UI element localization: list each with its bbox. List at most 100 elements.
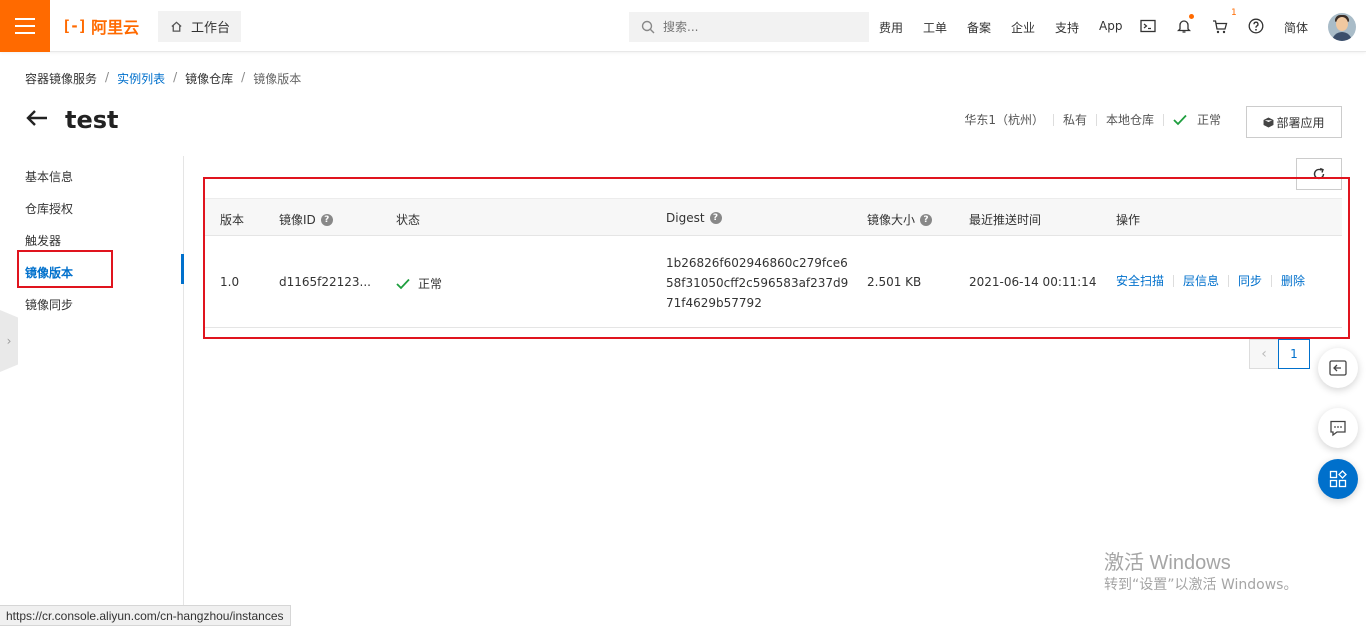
cell-digest: 1b26826f602946860c279fce6 58f31050cff2c5… (666, 253, 849, 313)
breadcrumb-item-service[interactable]: 容器镜像服务 (25, 70, 97, 87)
page-title: test (65, 106, 119, 134)
check-icon (396, 278, 410, 289)
refresh-button[interactable] (1296, 158, 1342, 190)
chat-icon (1330, 420, 1346, 436)
breadcrumb-item-current: 镜像版本 (253, 72, 302, 86)
refresh-icon (1313, 167, 1325, 180)
sidebar-item-triggers[interactable]: 触发器 (25, 232, 61, 249)
back-arrow-icon[interactable] (25, 108, 49, 132)
active-indicator (181, 254, 184, 284)
deploy-app-label: 部署应用 (1276, 115, 1325, 130)
aliyun-logo[interactable]: [-] 阿里云 (62, 14, 139, 38)
help-icon[interactable]: ? (320, 213, 333, 226)
collapse-panel-button[interactable] (1318, 348, 1358, 388)
repo-status-text: 正常 (1196, 113, 1221, 127)
column-header-pushed-time: 最近推送时间 (969, 213, 1042, 227)
top-navbar: [-] 阿里云 工作台 费用 工单 备案 企业 支持 App 1 简体 (0, 0, 1366, 52)
region-label: 华东1（杭州） (964, 113, 1044, 127)
avatar-face (1336, 17, 1348, 31)
cell-pushed-time: 2021-06-14 00:11:14 (969, 275, 1097, 289)
pagination: ‹ 1 (1249, 339, 1310, 369)
breadcrumb: 容器镜像服务 / 实例列表 / 镜像仓库 / 镜像版本 (25, 70, 301, 87)
column-header-digest: Digest ? (666, 211, 722, 225)
language-switch[interactable]: 简体 (1284, 19, 1308, 36)
chat-button[interactable] (1318, 408, 1358, 448)
search-icon (641, 20, 655, 34)
deploy-app-button[interactable]: 部署应用 (1246, 106, 1342, 138)
panel-toggle-icon (1329, 360, 1347, 376)
help-icon[interactable]: ? (709, 212, 722, 224)
search-input[interactable] (663, 20, 853, 34)
row-actions: 安全扫描 层信息 同步 删除 (1116, 275, 1314, 287)
aliyun-logo-mark-icon: [-] (62, 17, 87, 35)
cell-version: 1.0 (220, 275, 240, 289)
menu-line (15, 18, 35, 20)
help-icon[interactable]: ? (920, 213, 933, 226)
home-icon (171, 21, 182, 32)
windows-activation-hint: 转到“设置”以激活 Windows。 (1104, 577, 1298, 593)
digest-line: 58f31050cff2c596583af237d9 (666, 276, 849, 290)
global-search[interactable] (629, 12, 869, 42)
source-label: 本地仓库 (1095, 114, 1163, 126)
nav-app[interactable]: App (1099, 19, 1122, 33)
page-header: test (25, 106, 119, 134)
column-header-version: 版本 (220, 213, 245, 227)
repo-status: 正常 (1162, 113, 1230, 127)
sidebar-item-image-sync[interactable]: 镜像同步 (25, 296, 73, 313)
sidebar-item-basic-info[interactable]: 基本信息 (25, 168, 73, 185)
cell-status: 正常 (396, 275, 442, 292)
page-number-button[interactable]: 1 (1278, 339, 1310, 369)
nav-support[interactable]: 支持 (1055, 19, 1079, 36)
cart-icon[interactable] (1211, 17, 1229, 35)
cell-image-id: d1165f22123... (279, 275, 371, 289)
menu-line (15, 32, 35, 34)
workbench-label: 工作台 (191, 21, 231, 36)
column-header-actions: 操作 (1116, 213, 1141, 227)
notification-dot (1189, 14, 1194, 19)
windows-activation-title: 激活 Windows (1104, 552, 1231, 574)
layer-info-link[interactable]: 层信息 (1173, 275, 1228, 287)
digest-line: 1b26826f602946860c279fce6 (666, 256, 848, 270)
security-scan-link[interactable]: 安全扫描 (1116, 275, 1173, 287)
nav-fees[interactable]: 费用 (879, 19, 903, 36)
browser-status-url: https://cr.console.aliyun.com/cn-hangzho… (0, 605, 291, 626)
sidebar-item-authorization[interactable]: 仓库授权 (25, 200, 73, 217)
workbench-button[interactable]: 工作台 (158, 11, 241, 42)
chevron-right-icon: › (6, 334, 12, 348)
nav-icp[interactable]: 备案 (967, 19, 991, 36)
breadcrumb-separator: / (173, 70, 178, 84)
chevron-left-icon: ‹ (1261, 346, 1267, 362)
nav-tickets[interactable]: 工单 (923, 19, 947, 36)
delete-link[interactable]: 删除 (1271, 275, 1314, 287)
repo-meta: 华东1（杭州） 私有 本地仓库 正常 (955, 114, 1230, 126)
breadcrumb-item-repo[interactable]: 镜像仓库 (185, 70, 233, 87)
help-icon[interactable] (1247, 17, 1265, 35)
apps-grid-icon (1329, 470, 1347, 488)
sidebar-collapse-handle[interactable]: › (0, 310, 18, 372)
terminal-icon[interactable] (1139, 17, 1157, 35)
avatar-body (1332, 32, 1352, 41)
user-avatar[interactable] (1328, 13, 1356, 41)
check-icon (1173, 114, 1187, 126)
table-row: 1.0 d1165f22123... 正常 1b26826f602946860c… (205, 236, 1342, 328)
table-header: 版本 镜像ID ? 状态 Digest ? 镜像大小 ? 最近推送时间 操作 (205, 198, 1342, 236)
menu-line (15, 25, 35, 27)
column-header-image-id: 镜像ID ? (279, 211, 333, 228)
column-header-status: 状态 (396, 213, 421, 227)
sync-link[interactable]: 同步 (1228, 275, 1271, 287)
image-versions-table: 版本 镜像ID ? 状态 Digest ? 镜像大小 ? 最近推送时间 操作 1… (205, 198, 1342, 328)
breadcrumb-separator: / (105, 70, 110, 84)
sidebar-nav: 基本信息 仓库授权 触发器 镜像版本 镜像同步 (0, 156, 184, 606)
breadcrumb-separator: / (241, 70, 246, 84)
column-header-size: 镜像大小 ? (867, 211, 933, 228)
nav-enterprise[interactable]: 企业 (1011, 19, 1035, 36)
breadcrumb-item-instances[interactable]: 实例列表 (117, 70, 165, 87)
visibility-label: 私有 (1052, 114, 1096, 126)
hamburger-menu-button[interactable] (0, 0, 50, 52)
cube-icon (1264, 117, 1274, 127)
bell-icon[interactable] (1175, 17, 1193, 35)
cell-size: 2.501 KB (867, 275, 922, 289)
prev-page-button[interactable]: ‹ (1249, 339, 1279, 369)
annotation-box-nav (17, 250, 113, 288)
apps-button[interactable] (1318, 459, 1358, 499)
